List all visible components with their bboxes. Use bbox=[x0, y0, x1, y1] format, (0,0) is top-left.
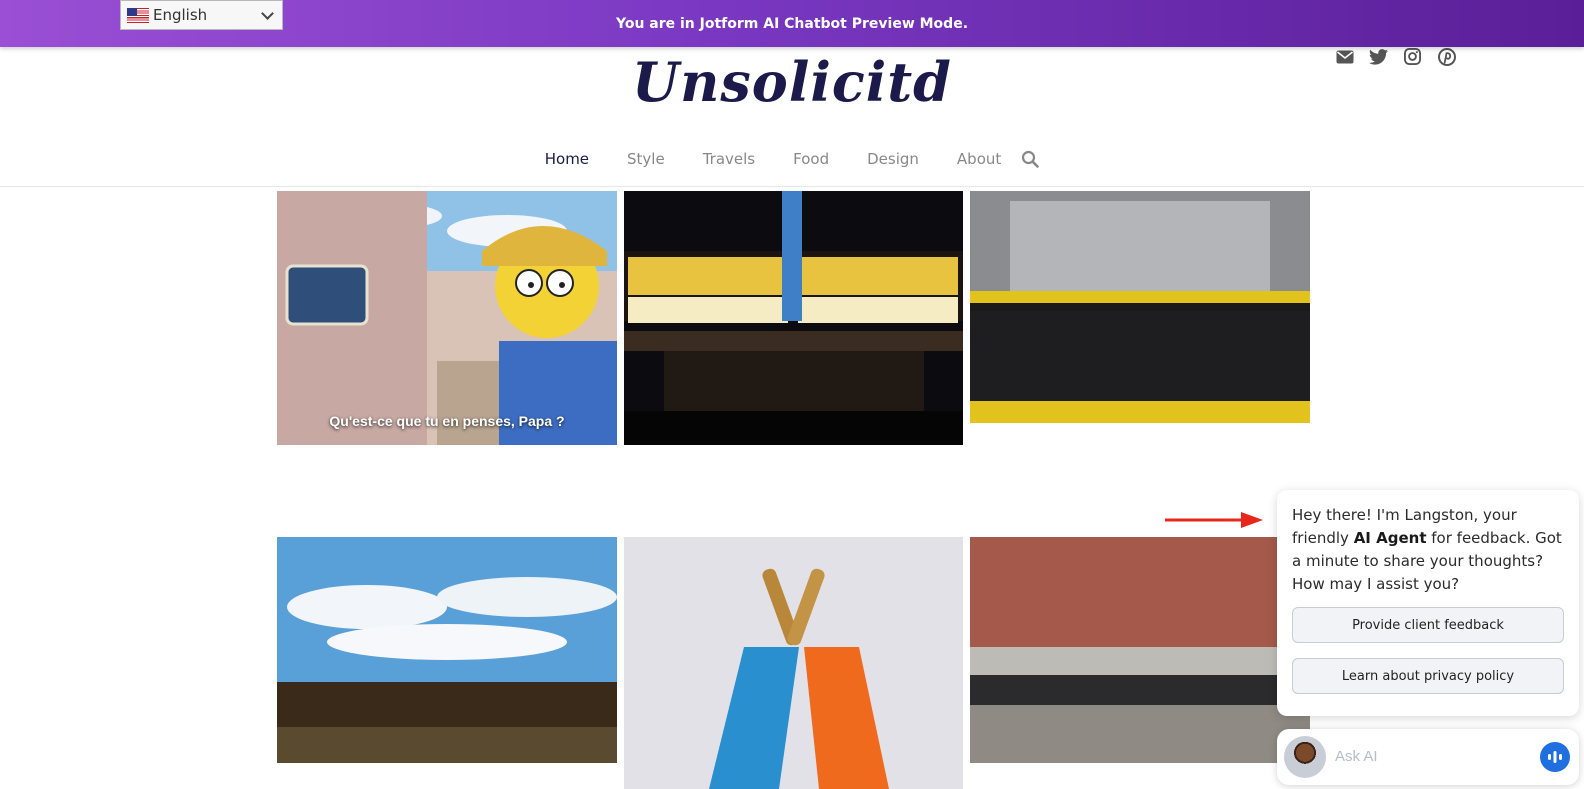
agent-avatar bbox=[1284, 736, 1326, 778]
post-thumbnail-cartoon[interactable]: Qu'est-ce que tu en penses, Papa ? bbox=[277, 191, 617, 445]
chatbot-agent-label: AI Agent bbox=[1353, 529, 1427, 547]
us-flag-icon bbox=[127, 7, 149, 23]
provide-feedback-button[interactable]: Provide client feedback bbox=[1292, 607, 1564, 643]
nav-home[interactable]: Home bbox=[545, 150, 589, 186]
post-thumbnail-keys[interactable] bbox=[624, 537, 963, 789]
preview-mode-banner: You are in Jotform AI Chatbot Preview Mo… bbox=[0, 0, 1584, 47]
social-links bbox=[1334, 46, 1457, 67]
nav-style[interactable]: Style bbox=[627, 150, 665, 186]
post-thumbnail-theater[interactable] bbox=[624, 191, 963, 445]
search-icon[interactable] bbox=[1021, 150, 1040, 186]
chatbot-greeting: Hey there! I'm Langston, your friendly A… bbox=[1292, 504, 1568, 596]
chevron-down-icon bbox=[261, 7, 274, 20]
post-thumbnail-subway[interactable] bbox=[970, 191, 1310, 423]
ask-ai-input[interactable] bbox=[1335, 743, 1525, 769]
header-divider bbox=[0, 186, 1584, 187]
email-icon[interactable] bbox=[1334, 46, 1355, 67]
language-label: English bbox=[153, 6, 208, 24]
nav-about[interactable]: About bbox=[957, 150, 1001, 186]
nav-design[interactable]: Design bbox=[867, 150, 919, 186]
chatbot-input-bar bbox=[1277, 729, 1579, 785]
pinterest-icon[interactable] bbox=[1436, 46, 1457, 67]
voice-button[interactable] bbox=[1540, 742, 1570, 772]
audio-wave-icon bbox=[1548, 751, 1562, 763]
post-caption: Qu'est-ce que tu en penses, Papa ? bbox=[329, 413, 565, 429]
twitter-icon[interactable] bbox=[1368, 46, 1389, 67]
chatbot-message-bubble: Hey there! I'm Langston, your friendly A… bbox=[1277, 490, 1579, 716]
privacy-policy-button[interactable]: Learn about privacy policy bbox=[1292, 658, 1564, 694]
instagram-icon[interactable] bbox=[1402, 46, 1423, 67]
post-thumbnail-bricks[interactable] bbox=[970, 537, 1310, 763]
main-nav: Home Style Travels Food Design About bbox=[0, 150, 1584, 186]
pointer-arrow-icon bbox=[1165, 512, 1263, 528]
nav-travels[interactable]: Travels bbox=[703, 150, 755, 186]
language-select[interactable]: English bbox=[120, 0, 283, 30]
post-thumbnail-sky[interactable] bbox=[277, 537, 617, 763]
nav-food[interactable]: Food bbox=[793, 150, 829, 186]
